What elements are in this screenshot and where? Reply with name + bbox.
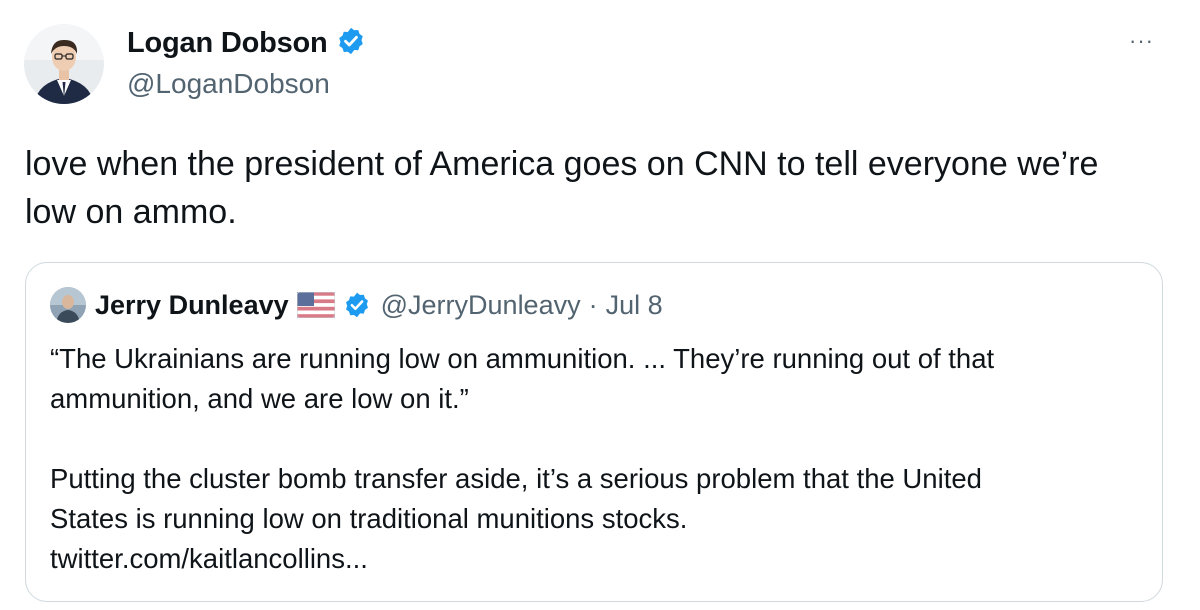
tweet-text-line: low on ammo. bbox=[25, 193, 237, 231]
quote-author-name[interactable]: Jerry Dunleavy bbox=[95, 290, 289, 321]
author-name-text[interactable]: Logan Dobson bbox=[127, 27, 328, 60]
meta-separator: · bbox=[588, 289, 598, 320]
author-handle[interactable]: @LoganDobson bbox=[127, 68, 330, 100]
us-flag-icon bbox=[296, 292, 335, 318]
quote-author-avatar[interactable] bbox=[50, 287, 86, 323]
quote-date[interactable]: Jul 8 bbox=[606, 290, 663, 321]
quote-body: “The Ukrainians are running low on ammun… bbox=[50, 339, 1140, 579]
quote-link[interactable]: twitter.com/kaitlancollins... bbox=[50, 539, 1140, 579]
tweet-text-line: love when the president of America goes … bbox=[25, 145, 1099, 183]
tweet-text: love when the president of America goes … bbox=[25, 140, 1165, 236]
verified-badge-icon bbox=[343, 291, 371, 319]
quote-header: Jerry Dunleavy @JerryDunleavy · Jul 8 bbox=[50, 287, 663, 323]
author-display-name[interactable]: Logan Dobson bbox=[127, 26, 366, 61]
author-avatar[interactable] bbox=[24, 24, 104, 104]
quote-text-line: States is running low on traditional mun… bbox=[50, 503, 688, 534]
ellipsis-icon[interactable]: ··· bbox=[1129, 28, 1154, 54]
quote-author-handle[interactable]: @JerryDunleavy bbox=[381, 290, 581, 321]
quote-text-line: ammunition, and we are low on it.” bbox=[50, 383, 469, 414]
quote-text-line: “The Ukrainians are running low on ammun… bbox=[50, 343, 995, 374]
quote-tweet-card[interactable]: Jerry Dunleavy @JerryDunleavy · Jul 8 “T… bbox=[25, 262, 1163, 602]
verified-badge-icon bbox=[336, 26, 366, 61]
quote-text-line: Putting the cluster bomb transfer aside,… bbox=[50, 463, 982, 494]
